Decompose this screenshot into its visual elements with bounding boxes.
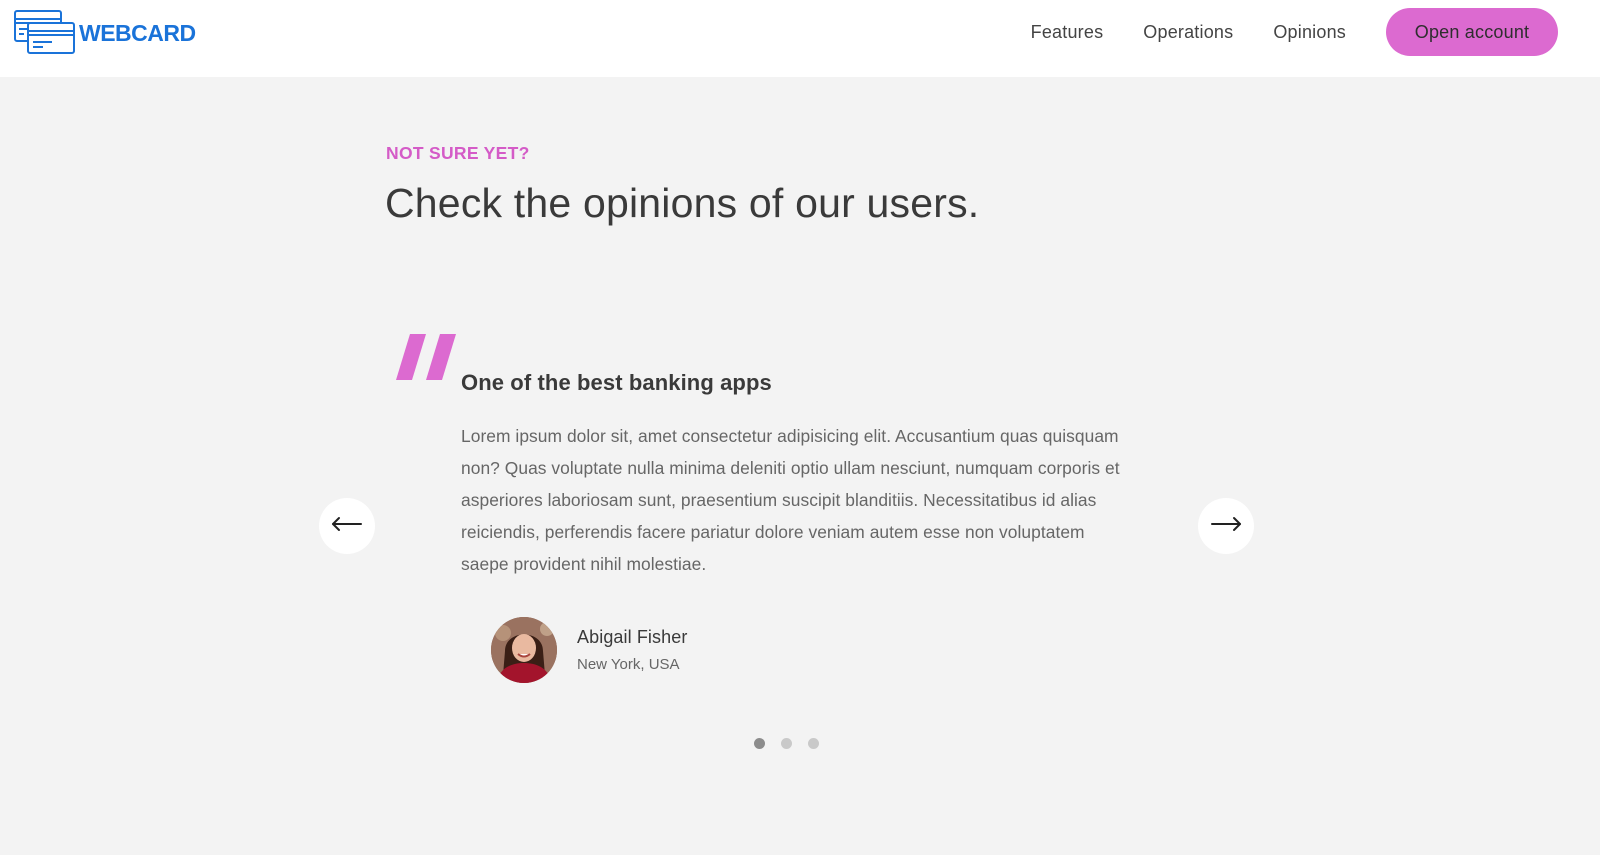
arrow-right-icon: [1210, 516, 1242, 537]
brand-name: WEBCARD: [79, 19, 196, 46]
slider-dot-2[interactable]: [781, 738, 792, 749]
nav-links: Features Operations Opinions Open accoun…: [1031, 8, 1558, 56]
section-label: NOT SURE YET?: [386, 143, 530, 163]
nav-link-features[interactable]: Features: [1031, 22, 1104, 43]
slider-dots: [754, 738, 835, 749]
author-location: New York, USA: [577, 656, 680, 673]
slider-prev-button[interactable]: [319, 498, 375, 554]
navbar: WEBCARD Features Operations Opinions Ope…: [0, 0, 1600, 77]
nav-link-operations[interactable]: Operations: [1143, 22, 1233, 43]
testimonial-author: Abigail Fisher New York, USA: [491, 617, 687, 683]
author-name: Abigail Fisher: [577, 627, 688, 647]
arrow-left-icon: [331, 516, 363, 537]
author-info: Abigail Fisher New York, USA: [577, 627, 687, 673]
slider-dot-1[interactable]: [754, 738, 765, 749]
testimonial-heading: One of the best banking apps: [461, 370, 772, 395]
nav-link-opinions[interactable]: Opinions: [1273, 22, 1346, 43]
quote-icon: [396, 334, 458, 380]
slider-dot-3[interactable]: [808, 738, 819, 749]
open-account-button[interactable]: Open account: [1386, 8, 1558, 56]
slider-next-button[interactable]: [1198, 498, 1254, 554]
section-title: Check the opinions of our users.: [385, 180, 980, 226]
logo[interactable]: WEBCARD: [14, 9, 196, 55]
card-logo-icon: [14, 9, 76, 55]
avatar: [491, 617, 557, 683]
testimonial-text: Lorem ipsum dolor sit, amet consectetur …: [461, 426, 1120, 574]
